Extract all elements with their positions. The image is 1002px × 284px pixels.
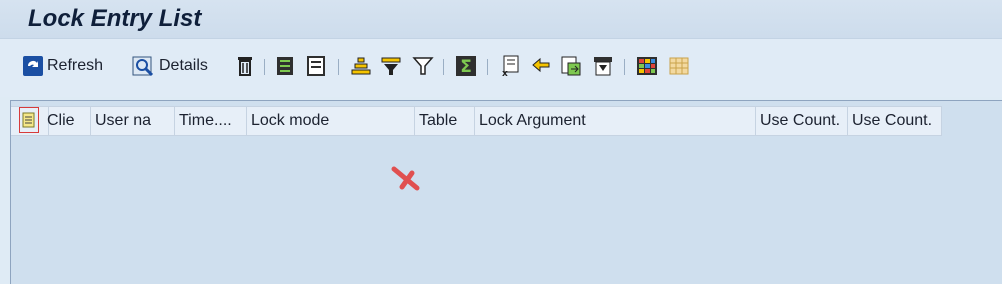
print-preview-icon [594,57,612,76]
refresh-button[interactable]: Refresh [22,54,103,78]
column-lock-argument[interactable]: Lock Argument [475,107,756,135]
details-label: Details [159,57,208,74]
sort-ascending-icon [351,57,371,75]
svg-text:x: x [502,69,508,77]
column-label: Clie [47,112,75,129]
refresh-icon [23,56,43,76]
delete-icon [238,57,252,76]
toolbar-separator [338,59,339,75]
print-preview-button[interactable] [592,54,614,78]
column-label: Lock mode [251,112,330,129]
column-use-count-1[interactable]: Use Count. [756,107,848,135]
change-layout-button[interactable] [636,54,658,78]
column-label: Use Count. [852,112,933,129]
details-button[interactable]: Details [132,54,208,78]
export-icon: x [502,55,519,77]
page-title: Lock Entry List [28,5,202,32]
column-time[interactable]: Time.... … [175,107,247,135]
sum-button[interactable]: Σ [455,54,477,78]
local-file-icon [561,56,581,76]
delete-button[interactable] [235,54,255,78]
refresh-label: Refresh [47,57,104,74]
column-select-button[interactable] [19,107,39,133]
column-user-name[interactable]: User na … [91,107,175,135]
title-bar: Lock Entry List [0,0,1002,39]
column-label: Lock Argument [479,112,586,129]
application-toolbar: Refresh Details Σ x [0,39,1002,97]
column-table[interactable]: Table [415,107,475,135]
column-label: Use Count. [760,112,841,129]
column-client[interactable]: Clie … [43,107,91,135]
select-layout-icon [22,112,35,128]
table-header: Clie … User na … Time.... … Lock mode Ta… [11,106,942,136]
column-label: Time.... [179,112,232,129]
choose-layout-button[interactable] [668,54,690,78]
toolbar-separator [443,59,444,75]
set-filter-button[interactable] [412,54,434,78]
close-marker-icon [391,166,420,191]
column-label: User na [95,112,152,129]
truncation-mark: … [162,129,172,135]
details-icon [132,56,154,77]
export-button[interactable]: x [499,54,521,78]
lock-entry-grid: Clie … User na … Time.... … Lock mode Ta… [10,100,1002,284]
choose-layout-icon [669,57,689,75]
truncation-mark: … [234,129,244,135]
toolbar-separator [624,59,625,75]
toolbar-separator [264,59,265,75]
sum-icon: Σ [456,56,476,77]
change-layout-icon [637,57,657,75]
find-icon [532,57,550,73]
filter-button[interactable] [380,54,402,78]
column-use-count-2[interactable]: Use Count. [848,107,942,135]
toolbar-separator [487,59,488,75]
svg-text:Σ: Σ [460,57,472,77]
select-all-button[interactable] [275,54,297,78]
filter-icon [381,57,401,75]
truncation-mark: … [78,129,88,135]
local-file-button[interactable] [560,54,582,78]
column-lock-mode[interactable]: Lock mode [247,107,415,135]
deselect-all-icon [307,56,325,76]
column-label: Table [419,112,458,129]
select-all-icon [277,57,293,75]
set-filter-icon [412,57,434,75]
sort-ascending-button[interactable] [350,54,372,78]
deselect-all-button[interactable] [306,54,328,78]
find-button[interactable] [530,54,552,78]
